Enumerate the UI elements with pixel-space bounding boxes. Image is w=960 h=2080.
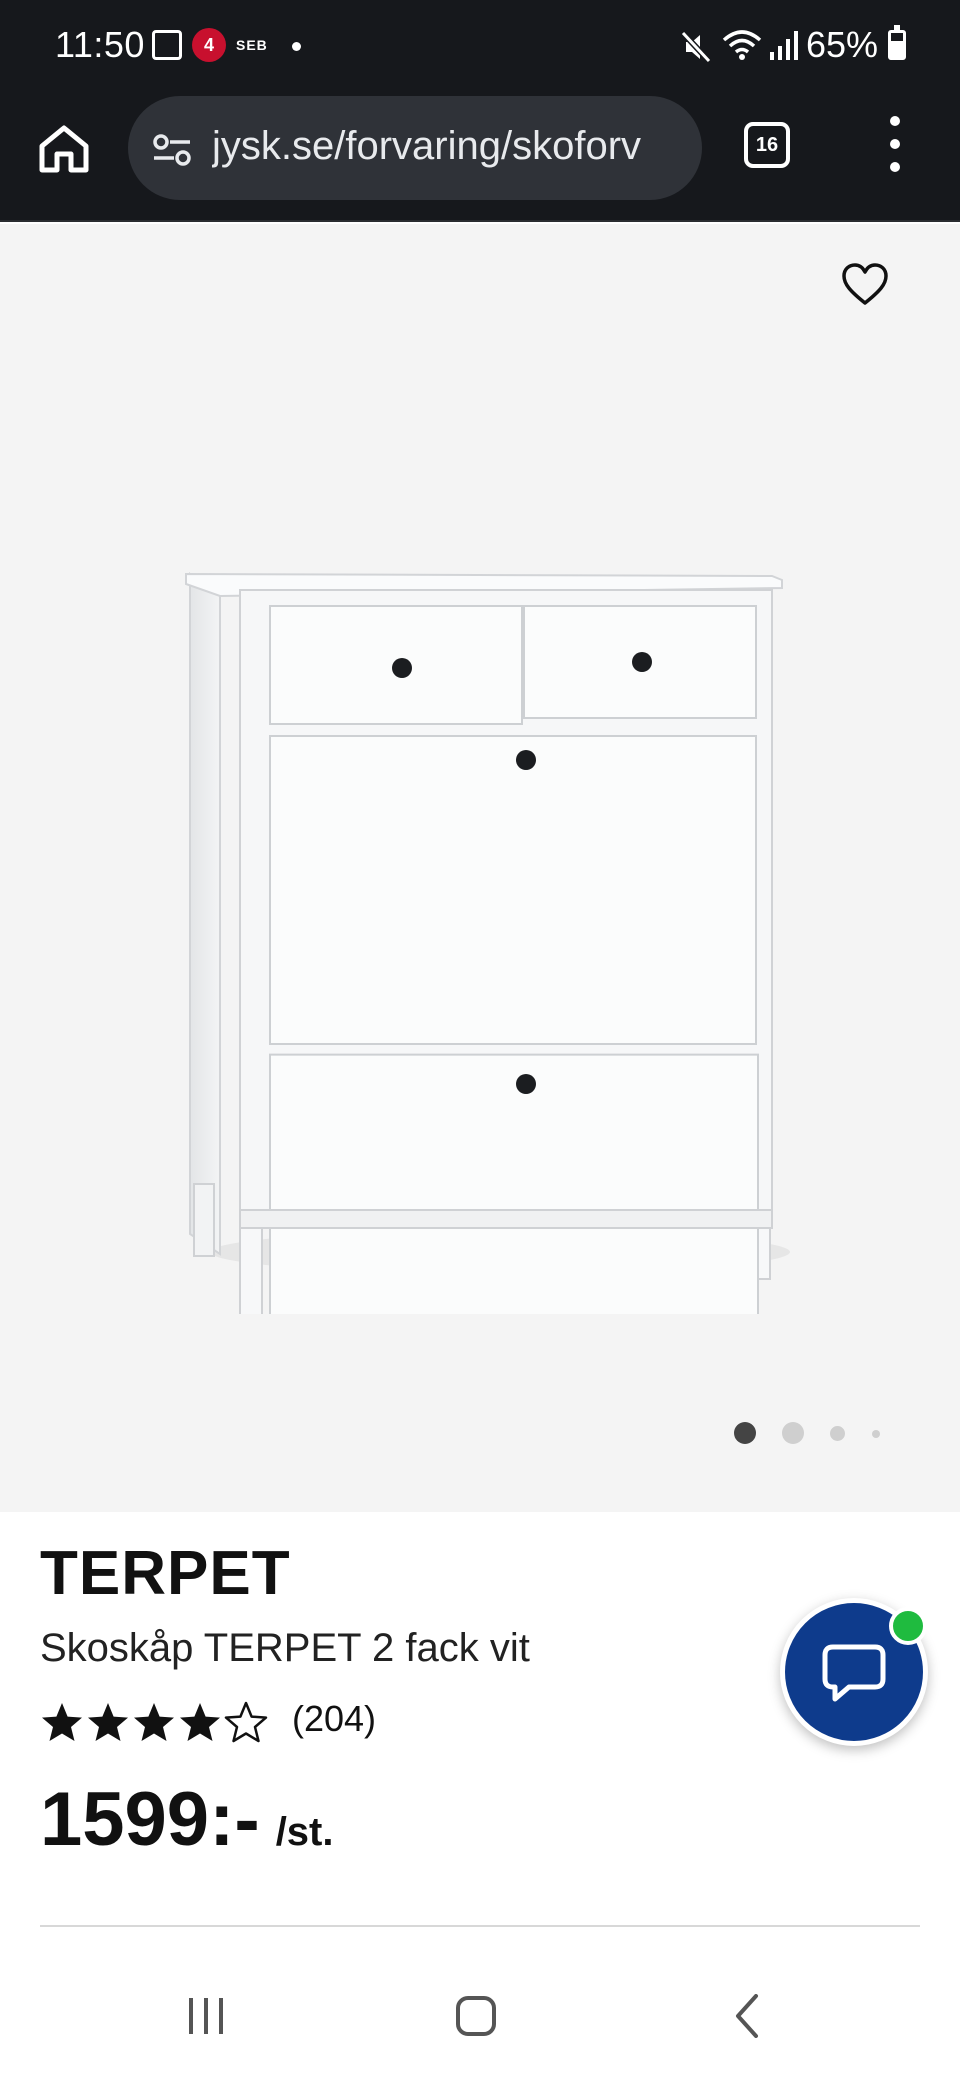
signal-icon (770, 31, 798, 60)
gallery-notification-icon (152, 30, 182, 60)
tune-icon[interactable] (152, 132, 192, 168)
overflow-menu-icon[interactable] (880, 114, 910, 174)
status-time: 11:50 (55, 24, 145, 65)
star-3-icon (134, 1703, 174, 1741)
back-chevron-icon[interactable] (726, 1994, 770, 2038)
browser-toolbar: jysk.se/forvaring/skoforv 16 (0, 92, 960, 222)
pagination-dot-1[interactable] (734, 1422, 756, 1444)
mute-icon (680, 30, 712, 64)
tab-switcher-button[interactable]: 16 (744, 122, 790, 168)
star-2-icon (88, 1703, 128, 1741)
pagination-dot-3[interactable] (830, 1426, 845, 1441)
online-status-dot (889, 1607, 927, 1645)
product-image-gallery[interactable] (0, 224, 960, 1512)
chat-bubble-icon (822, 1644, 886, 1702)
product-name: Skoskåp TERPET 2 fack vit (40, 1626, 530, 1670)
pagination-dot-2[interactable] (782, 1422, 804, 1444)
chat-button[interactable] (780, 1598, 928, 1746)
status-bar: 11:50 4 SEB 65% (0, 0, 960, 92)
channel-4-notification-icon: 4 (192, 28, 226, 62)
product-image-shoe-cabinet (185, 572, 790, 1314)
pagination-dot-4[interactable] (872, 1430, 880, 1438)
price-unit: /st. (275, 1810, 334, 1854)
section-divider (40, 1925, 920, 1927)
battery-percent: 65% (806, 24, 879, 65)
gallery-pagination[interactable] (726, 1416, 886, 1446)
wifi-icon (722, 30, 762, 60)
product-price: 1599:- /st. (40, 1776, 333, 1863)
home-icon[interactable] (36, 120, 92, 176)
product-brand: TERPET (40, 1539, 291, 1608)
more-notifications-dot-icon (292, 42, 301, 51)
rating-stars (42, 1701, 268, 1743)
star-4-icon (180, 1703, 220, 1741)
home-square-icon[interactable] (454, 1994, 498, 2038)
heart-outline-icon[interactable] (840, 260, 890, 310)
url-text[interactable]: jysk.se/forvaring/skoforv (212, 124, 692, 169)
price-amount: 1599:- (40, 1777, 260, 1862)
recents-icon[interactable] (184, 1994, 228, 2038)
system-navigation-bar (0, 1960, 960, 2080)
seb-notification-icon: SEB (236, 37, 268, 53)
address-bar[interactable]: jysk.se/forvaring/skoforv (128, 96, 702, 200)
review-count[interactable]: (204) (292, 1698, 376, 1740)
battery-icon (888, 25, 906, 60)
